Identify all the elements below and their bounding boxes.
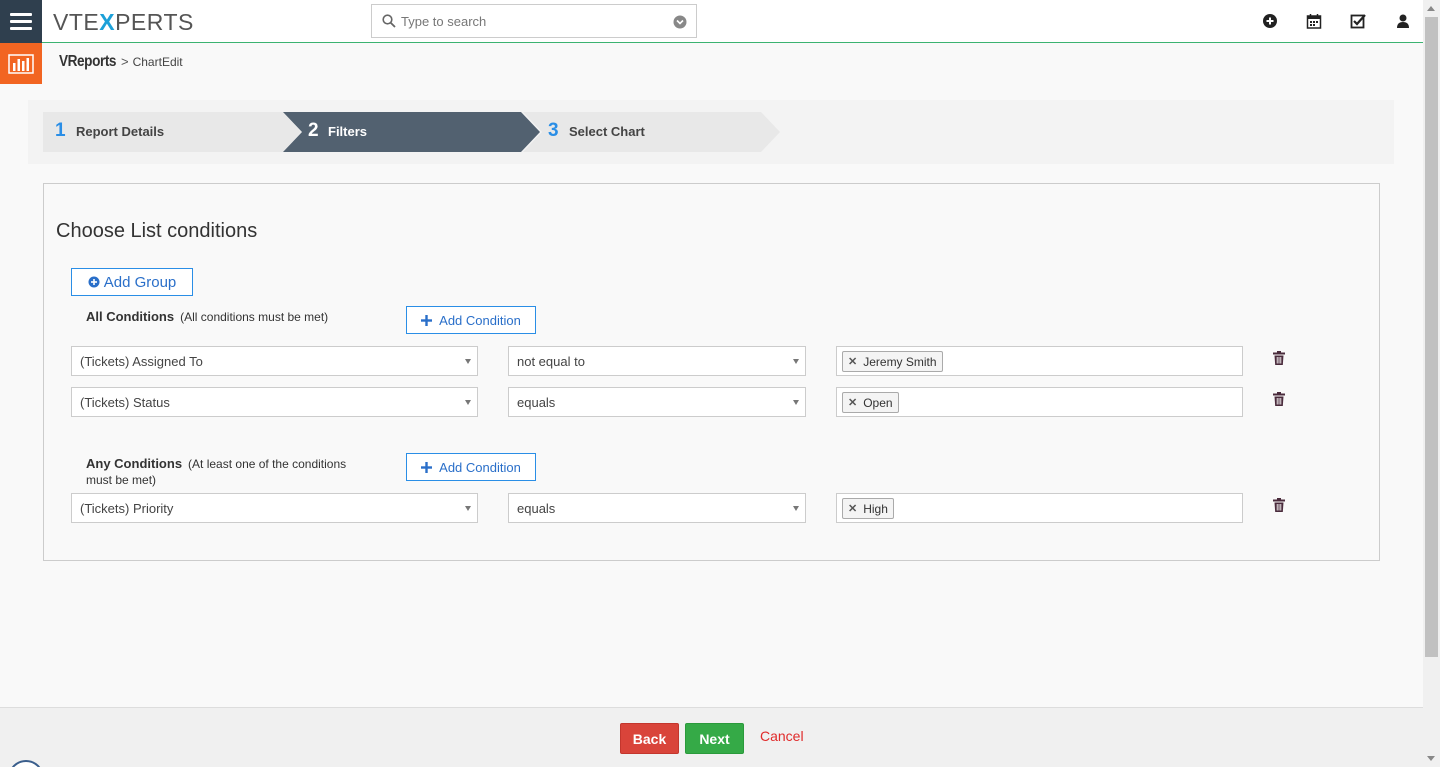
caret-down-icon (793, 506, 799, 511)
trash-icon[interactable] (1273, 351, 1285, 365)
select-value: (Tickets) Status (80, 394, 170, 410)
remove-tag-icon[interactable]: ✕ (848, 502, 857, 515)
user-profile-icon[interactable] (1395, 13, 1411, 29)
value-tag: ✕ Jeremy Smith (842, 351, 943, 372)
bar-chart-icon (8, 53, 34, 74)
conditions-panel: Choose List conditions Add Group All Con… (43, 183, 1380, 561)
add-condition-label: Add Condition (439, 459, 521, 475)
caret-down-icon (465, 359, 471, 364)
add-condition-label: Add Condition (439, 312, 521, 328)
breadcrumb-page: ChartEdit (132, 55, 183, 69)
condition-operator-select[interactable]: equals (508, 387, 806, 417)
select-value: (Tickets) Priority (80, 500, 174, 516)
search-icon (382, 14, 396, 28)
add-condition-any-button[interactable]: Add Condition (406, 453, 536, 481)
search-options-chevron-icon[interactable] (673, 15, 687, 29)
condition-operator-select[interactable]: not equal to (508, 346, 806, 376)
footer-action-bar: Back Next Cancel (0, 707, 1423, 767)
top-navigation-bar: VTEXPERTS (0, 0, 1423, 43)
step-label: Report Details (76, 124, 165, 139)
select-value: not equal to (517, 353, 585, 369)
breadcrumb: VReports > ChartEdit (59, 53, 183, 71)
wizard-step-filters[interactable]: 2 Filters (283, 112, 543, 152)
vtexperts-logo[interactable]: VTEXPERTS (53, 9, 194, 36)
tag-label: Open (863, 395, 893, 410)
any-conditions-hint-line1: (At least one of the conditions (188, 457, 347, 471)
global-search (371, 4, 697, 38)
condition-value-input[interactable]: ✕ Open (836, 387, 1243, 417)
condition-operator-select[interactable]: equals (508, 493, 806, 523)
trash-icon[interactable] (1273, 392, 1285, 406)
scroll-down-arrow-icon[interactable] (1427, 756, 1435, 761)
cancel-link[interactable]: Cancel (760, 728, 804, 744)
plus-icon (421, 314, 433, 326)
remove-tag-icon[interactable]: ✕ (848, 355, 857, 368)
back-button[interactable]: Back (620, 723, 679, 754)
any-conditions-hint-line2: must be met) (86, 473, 157, 487)
logo-text-x: X (99, 9, 116, 35)
vreports-app-icon[interactable] (0, 43, 42, 84)
condition-field-select[interactable]: (Tickets) Priority (71, 493, 478, 523)
step-arrow-shape (523, 112, 780, 152)
step-number: 2 (308, 120, 319, 141)
add-circle-icon[interactable] (1262, 13, 1278, 29)
vertical-scrollbar[interactable] (1423, 0, 1440, 767)
logo-text-right: PERTS (115, 9, 194, 35)
step-label: Select Chart (569, 124, 645, 139)
help-chat-icon[interactable] (8, 760, 44, 767)
wizard-step-report-details[interactable]: 1 Report Details (43, 112, 303, 152)
select-value: equals (517, 500, 556, 516)
step-arrow-shape (283, 112, 540, 152)
plus-icon (421, 461, 433, 473)
add-group-label: Add Group (103, 273, 177, 291)
scroll-up-arrow-icon[interactable] (1427, 6, 1435, 11)
condition-value-input[interactable]: ✕ High (836, 493, 1243, 523)
value-tag: ✕ High (842, 498, 894, 519)
any-conditions-title: Any Conditions (86, 456, 183, 471)
step-number: 1 (55, 120, 66, 141)
caret-down-icon (793, 400, 799, 405)
tag-label: High (863, 501, 888, 516)
step-label: Filters (328, 124, 368, 139)
add-group-button[interactable]: Add Group (71, 268, 193, 296)
caret-down-icon (793, 359, 799, 364)
select-value: (Tickets) Assigned To (80, 353, 203, 369)
search-input[interactable] (401, 13, 661, 29)
hamburger-menu-icon[interactable] (0, 0, 42, 43)
value-tag: ✕ Open (842, 392, 899, 413)
condition-field-select[interactable]: (Tickets) Status (71, 387, 478, 417)
select-value: equals (517, 394, 556, 410)
tasks-checkbox-icon[interactable] (1350, 13, 1366, 29)
caret-down-icon (465, 400, 471, 405)
wizard-steps: 1 Report Details 2 Filters 3 Select Char… (28, 100, 1394, 164)
add-condition-all-button[interactable]: Add Condition (406, 306, 536, 334)
step-number: 3 (548, 120, 559, 141)
condition-value-input[interactable]: ✕ Jeremy Smith (836, 346, 1243, 376)
wizard-step-select-chart[interactable]: 3 Select Chart (523, 112, 783, 152)
plus-circle-icon (88, 276, 100, 288)
trash-icon[interactable] (1273, 498, 1285, 512)
all-conditions-hint: (All conditions must be met) (180, 310, 329, 324)
any-conditions-label: Any Conditions (At least one of the condi… (86, 456, 376, 488)
caret-down-icon (465, 506, 471, 511)
scrollbar-thumb[interactable] (1425, 17, 1438, 657)
calendar-icon[interactable] (1306, 13, 1322, 29)
next-button[interactable]: Next (685, 723, 744, 754)
all-conditions-title: All Conditions (86, 309, 175, 324)
breadcrumb-separator: > (121, 54, 129, 69)
remove-tag-icon[interactable]: ✕ (848, 396, 857, 409)
breadcrumb-module[interactable]: VReports (59, 53, 116, 71)
panel-title: Choose List conditions (56, 220, 258, 242)
logo-text-left: VTE (53, 9, 100, 35)
tag-label: Jeremy Smith (863, 354, 937, 369)
condition-field-select[interactable]: (Tickets) Assigned To (71, 346, 478, 376)
all-conditions-label: All Conditions (All conditions must be me… (86, 309, 328, 324)
